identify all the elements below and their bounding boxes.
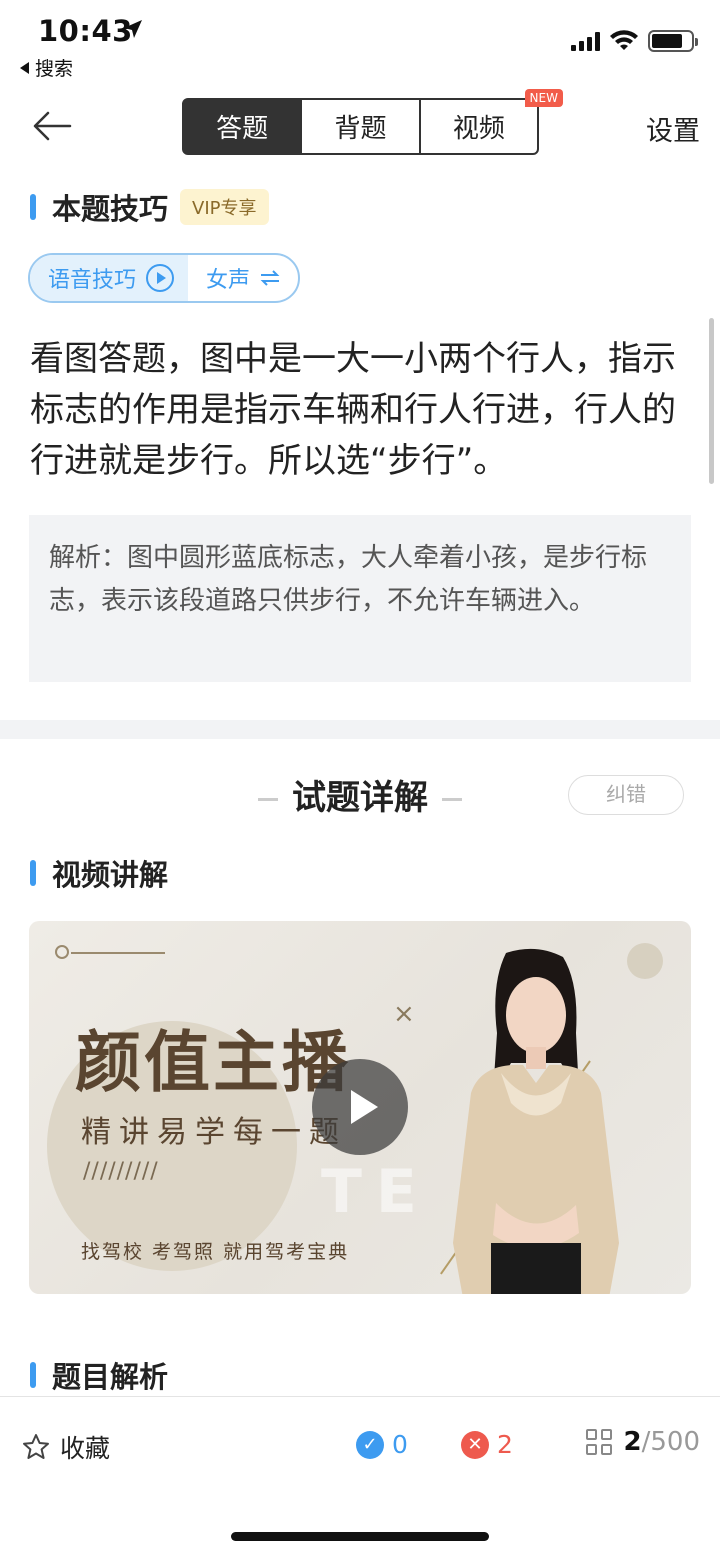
back-to-app-link[interactable]: 搜索	[20, 54, 73, 81]
correct-counter[interactable]: ✓ 0	[356, 1430, 408, 1459]
video-footer-text: 找驾校 考驾照 就用驾考宝典	[81, 1241, 350, 1263]
back-arrow-icon[interactable]	[30, 108, 74, 144]
question-progress[interactable]: 2/500	[585, 1427, 700, 1457]
section-accent-bar	[30, 1362, 36, 1388]
location-arrow-icon	[124, 20, 142, 38]
wrong-count: 2	[497, 1430, 513, 1459]
mode-segmented-control: 答题 背题 视频 NEW	[182, 89, 563, 155]
presenter-image	[453, 948, 619, 1294]
wifi-icon	[610, 30, 638, 50]
favorite-button[interactable]: 收藏	[22, 1429, 110, 1465]
tab-video[interactable]: 视频 NEW	[421, 89, 563, 153]
check-circle-icon: ✓	[356, 1430, 384, 1459]
new-badge: NEW	[524, 89, 563, 107]
cellular-signal-icon	[571, 31, 600, 51]
battery-icon	[648, 30, 698, 52]
voice-tip-label: 语音技巧	[48, 268, 137, 293]
swap-arrows-icon	[260, 270, 280, 286]
tip-text: 看图答题，图中是一大一小两个行人，指示标志的作用是指示车辆和行人行进，行人的行进…	[30, 339, 676, 481]
section-divider	[0, 720, 720, 739]
voice-tip-button[interactable]: 语音技巧	[30, 255, 189, 301]
video-play-button[interactable]	[312, 1059, 408, 1155]
video-section-header: 视频讲解	[30, 852, 168, 894]
back-triangle-icon	[20, 61, 29, 74]
current-question: 2	[623, 1427, 642, 1457]
wrong-counter[interactable]: ✕ 2	[461, 1430, 513, 1459]
top-nav: 答题 背题 视频 NEW 设置	[0, 89, 720, 158]
title-dash-right	[442, 798, 462, 801]
video-deco-dot	[55, 945, 69, 959]
tab-recite[interactable]: 背题	[302, 100, 421, 153]
cross-circle-icon: ✕	[461, 1430, 489, 1459]
analysis-section-header: 题目解析	[30, 1354, 168, 1396]
video-deco-line	[71, 952, 165, 954]
status-time: 10:43	[38, 14, 133, 48]
report-error-button[interactable]: 纠错	[568, 775, 684, 815]
video-subline: 精讲易学每一题	[81, 1115, 347, 1150]
title-dash-left	[258, 798, 278, 801]
section-accent-bar	[30, 860, 36, 886]
grid-icon	[585, 1429, 612, 1455]
back-app-label: 搜索	[35, 58, 74, 80]
analysis-section-title: 题目解析	[52, 1360, 169, 1394]
home-indicator	[231, 1532, 489, 1541]
status-icons	[571, 30, 698, 52]
vip-badge: VIP专享	[180, 189, 269, 225]
play-circle-icon	[146, 264, 175, 292]
video-section-title: 视频讲解	[52, 858, 169, 892]
favorite-label: 收藏	[60, 1434, 111, 1463]
correct-count: 0	[392, 1430, 408, 1459]
voice-gender-label: 女声	[206, 268, 251, 293]
video-headline: 颜值主播	[75, 1024, 351, 1101]
settings-button[interactable]: 设置	[646, 109, 700, 148]
tab-answer[interactable]: 答题	[184, 100, 303, 153]
video-player[interactable]: TE R 颜值主播 精讲易学每一题 ///////// 找驾校 考驾照 就用驾考…	[29, 921, 691, 1294]
tips-section-header: 本题技巧 VIP专享	[30, 186, 269, 228]
total-questions: /500	[641, 1427, 700, 1457]
bottom-toolbar: 收藏 ✓ 0 ✕ 2 2/500	[0, 1396, 720, 1496]
analysis-box: 解析：图中圆形蓝底标志，大人牵着小孩，是步行标志，表示该段道路只供步行，不允许车…	[29, 515, 691, 682]
voice-gender-toggle[interactable]: 女声	[188, 262, 298, 294]
video-hash-deco: /////////	[83, 1159, 159, 1184]
scrollbar-thumb[interactable]	[709, 318, 714, 484]
tips-section-title: 本题技巧	[52, 192, 169, 226]
star-icon	[23, 1434, 49, 1459]
section-accent-bar	[30, 194, 36, 220]
voice-tip-control: 语音技巧 女声	[28, 253, 301, 303]
status-bar: 10:43 搜索	[0, 0, 720, 84]
